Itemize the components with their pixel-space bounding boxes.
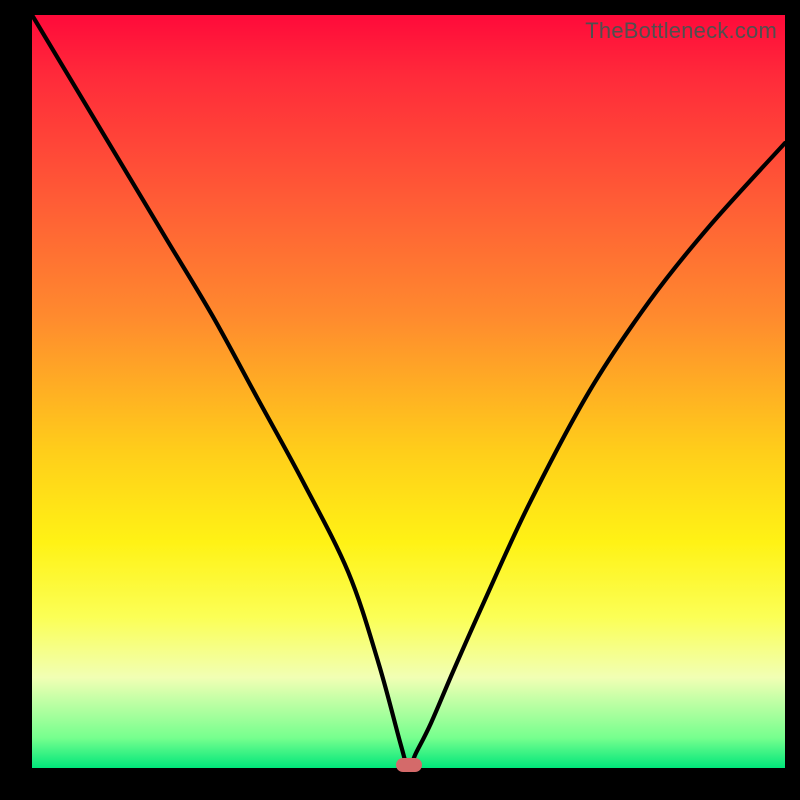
bottleneck-curve bbox=[32, 15, 785, 768]
chart-frame: TheBottleneck.com bbox=[15, 15, 785, 785]
optimal-point-marker bbox=[396, 758, 422, 772]
chart-plot-area: TheBottleneck.com bbox=[32, 15, 785, 768]
bottleneck-curve-path bbox=[32, 15, 785, 768]
